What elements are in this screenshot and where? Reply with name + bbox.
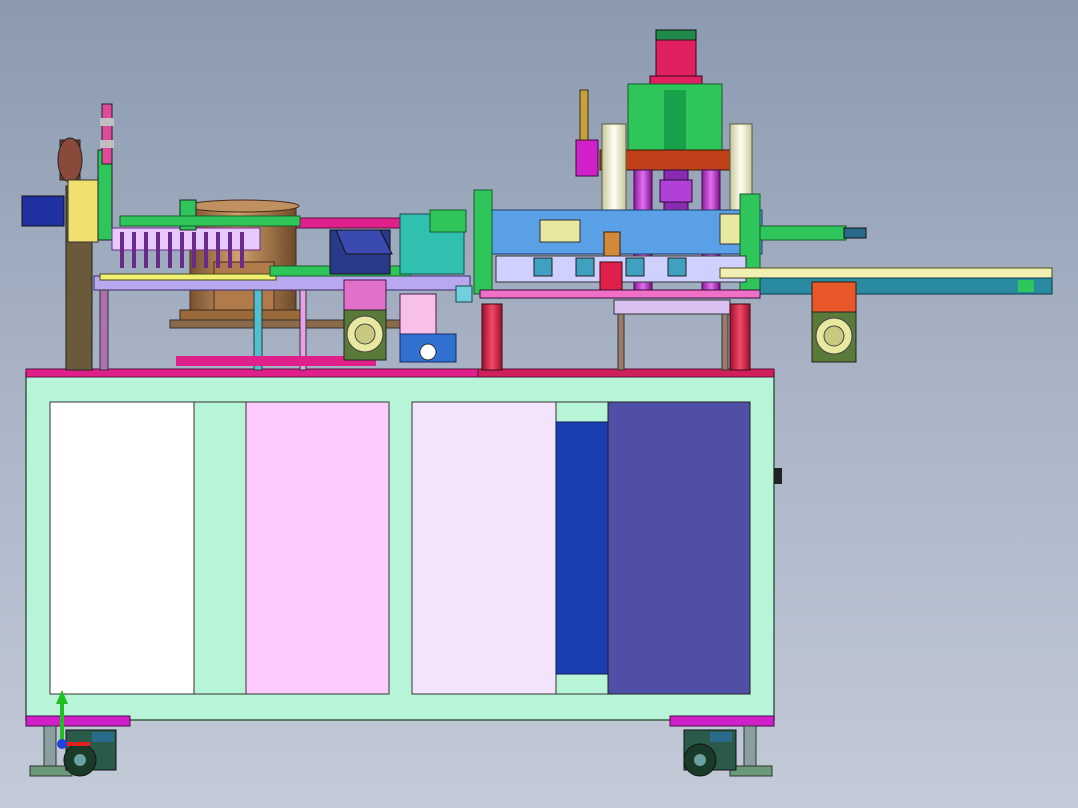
cabinet-panel-white [49, 401, 195, 695]
cabinet-panel-royal-blue [555, 421, 609, 675]
red-post-right [729, 303, 751, 371]
cad-viewport[interactable] [0, 0, 1078, 808]
left-gear-motor [343, 279, 473, 363]
right-motor-bracket [811, 281, 857, 313]
cabinet-panel-mint [193, 401, 247, 695]
cabinet-panel-slate-blue [607, 401, 751, 695]
cabinet [25, 368, 782, 727]
cabinet-base-rail-left [25, 715, 131, 727]
central-press [473, 29, 763, 371]
press-top-cap [655, 39, 697, 81]
right-caster [683, 725, 773, 777]
left-caster [29, 725, 117, 777]
cabinet-panel-pink [245, 401, 390, 695]
cabinet-side-knob [774, 468, 782, 484]
machine-drawing [21, 29, 1053, 777]
cabinet-base-rail-right [669, 715, 775, 727]
cabinet-panel-lavender [411, 401, 557, 695]
red-post-left [481, 303, 503, 371]
right-output-conveyor [719, 225, 1053, 363]
